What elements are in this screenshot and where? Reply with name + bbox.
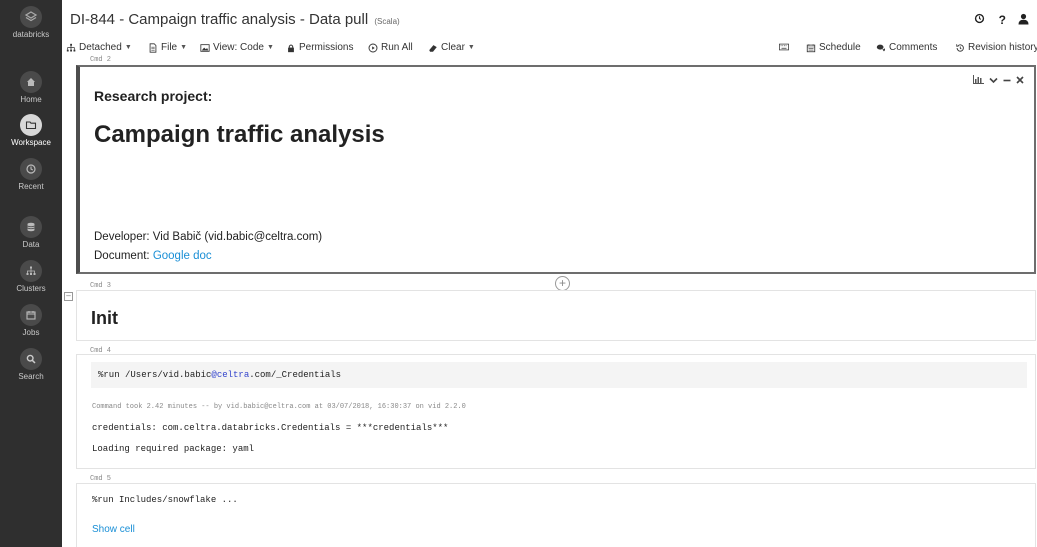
image-icon [200,43,210,52]
notebook-language: (Scala) [374,17,400,26]
command-meta: Command took 2.42 minutes -- by vid.babi… [92,403,466,411]
sidebar-item-label: Recent [18,182,44,191]
database-icon [20,216,42,238]
search-icon [20,348,42,370]
cmd-label: Cmd 3 [90,282,112,290]
sidebar-item-label: Home [20,95,42,104]
document-prefix: Document: [94,250,153,262]
brand-label: databricks [12,30,50,39]
cmd-label: Cmd 5 [90,475,112,483]
sidebar-item-label: Clusters [16,284,46,293]
folder-icon [20,114,42,136]
page-title: Campaign traffic analysis [94,121,385,148]
show-cell-link[interactable]: Show cell [92,524,135,535]
view-menu[interactable]: View: Code ▼ [200,42,274,53]
keyboard-shortcuts-button[interactable] [778,42,790,52]
collapse-toggle[interactable]: – [64,292,73,301]
chevron-down-icon: ▼ [467,44,475,51]
home-icon [20,71,42,93]
sidebar-item-label: Data [22,240,40,249]
code-keyword: @celtra [211,370,250,380]
notebook-title[interactable]: DI-844 - Campaign traffic analysis - Dat… [70,11,400,28]
sidebar-item-jobs[interactable]: Jobs [0,304,62,337]
user-icon[interactable] [1018,13,1029,28]
app-window: databricks Home Workspace Recent Data Cl… [0,0,1037,547]
cmd-label: Cmd 2 [90,56,112,64]
clock-icon [20,158,42,180]
view-label: View: Code [213,42,264,53]
sidebar: databricks Home Workspace Recent Data Cl… [0,0,62,547]
sidebar-item-label: Jobs [22,328,40,337]
file-label: File [161,42,178,53]
sidebar-item-home[interactable]: Home [0,71,62,104]
schedule-button[interactable]: Schedule [806,42,861,53]
code-preview: %run Includes/snowflake ... [92,495,238,505]
sidebar-item-data[interactable]: Data [0,216,62,249]
run-all-button[interactable]: Run All [368,42,413,53]
sidebar-item-label: Workspace [11,138,51,147]
notebook-content[interactable]: Cmd 2 Research project: Campaign traffic… [62,56,1037,547]
chevron-down-icon: ▼ [266,44,274,51]
detached-dropdown[interactable]: Detached ▼ [66,42,132,53]
cluster-icon [66,43,76,51]
comments-label: Comments [889,42,938,53]
close-icon[interactable] [1016,75,1024,87]
chevron-down-icon: ▼ [180,44,188,51]
markdown-cell-cmd2[interactable]: Research project: Campaign traffic analy… [76,65,1036,274]
output-line: Loading required package: yaml [92,444,255,454]
schedule-label: Schedule [819,42,861,53]
help-icon[interactable]: ? [999,13,1006,27]
file-menu[interactable]: File ▼ [148,42,187,53]
permissions-button[interactable]: Permissions [286,42,353,53]
permissions-label: Permissions [299,42,354,53]
comments-icon [876,44,886,51]
run-all-label: Run All [381,42,413,53]
eraser-icon [429,44,437,52]
chevron-down-icon[interactable] [989,76,998,87]
add-cell-button[interactable]: + [555,276,570,291]
notebook-title-text: DI-844 - Campaign traffic analysis - Dat… [70,11,369,28]
chevron-down-icon: ▼ [124,44,132,51]
cell-tools [973,75,1024,87]
clusters-icon [20,260,42,282]
output-line: credentials: com.celtra.databricks.Crede… [92,423,449,433]
document-line: Document: Google doc [94,250,212,262]
lock-icon [288,44,294,52]
timer-icon[interactable] [974,13,985,27]
databricks-logo-icon [20,6,42,28]
code-cell-cmd5[interactable]: %run Includes/snowflake ... Show cell [76,483,1036,547]
sidebar-item-workspace[interactable]: Workspace [0,114,62,147]
play-circle-icon [368,43,378,52]
history-icon [956,43,964,52]
sidebar-item-clusters[interactable]: Clusters [0,260,62,293]
calendar-icon [806,43,816,52]
google-doc-link[interactable]: Google doc [153,250,212,262]
databricks-logo[interactable]: databricks [0,6,62,39]
developer-line: Developer: Vid Babič (vid.babic@celtra.c… [94,231,323,243]
sidebar-item-search[interactable]: Search [0,348,62,381]
code-prefix: %run /Users/vid.babic [98,370,212,380]
revision-history-label: Revision history [968,42,1037,53]
research-project-heading: Research project: [94,88,213,104]
sidebar-item-recent[interactable]: Recent [0,158,62,191]
code-suffix: .com/_Credentials [249,370,342,380]
minimize-icon[interactable] [1003,76,1011,87]
markdown-cell-cmd3[interactable]: Init [76,290,1036,341]
revision-history-button[interactable]: Revision history [955,42,1037,53]
code-cell-cmd4[interactable]: %run /Users/vid.babic@celtra.com/_Creden… [76,354,1036,469]
sidebar-item-label: Search [18,372,44,381]
keyboard-icon [779,43,789,51]
file-icon [149,42,157,53]
init-heading: Init [91,308,118,328]
notebook-header: DI-844 - Campaign traffic analysis - Dat… [62,0,1037,40]
detached-label: Detached [79,42,122,53]
code-editor[interactable]: %run /Users/vid.babic@celtra.com/_Creden… [91,362,1027,388]
clear-dropdown[interactable]: Clear ▼ [428,42,475,53]
chart-icon[interactable] [973,75,984,87]
comments-button[interactable]: Comments [876,42,937,53]
calendar-icon [20,304,42,326]
clear-label: Clear [441,42,465,53]
